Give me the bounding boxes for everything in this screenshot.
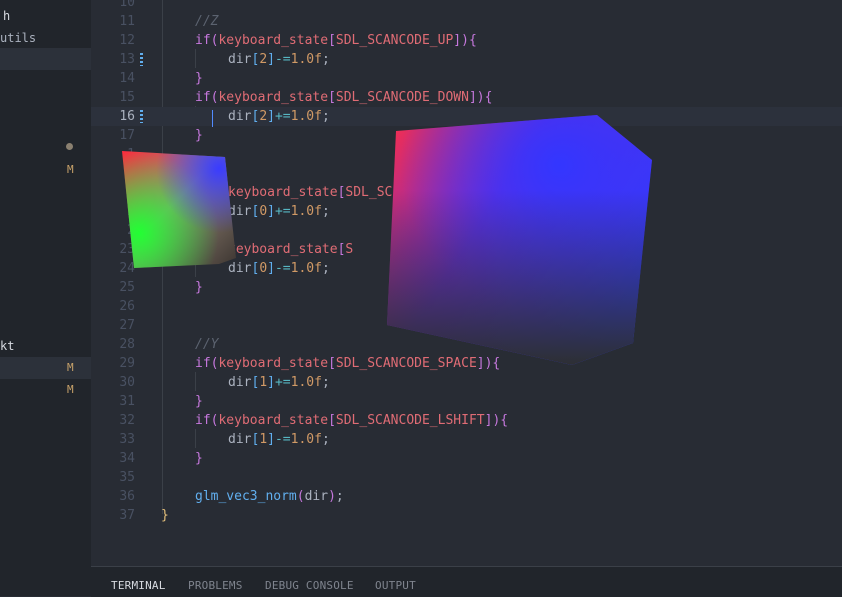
render-window-overlay [122, 115, 652, 365]
large-cube-render [387, 115, 652, 365]
bottom-panel: TERMINAL PROBLEMS DEBUG CONSOLE OUTPUT [91, 566, 842, 597]
tab-terminal[interactable]: TERMINAL [111, 579, 166, 592]
tab-output[interactable]: OUTPUT [375, 579, 416, 592]
small-cube-render [122, 151, 236, 268]
tab-debug-console[interactable]: DEBUG CONSOLE [265, 579, 354, 592]
tab-problems[interactable]: PROBLEMS [188, 579, 243, 592]
